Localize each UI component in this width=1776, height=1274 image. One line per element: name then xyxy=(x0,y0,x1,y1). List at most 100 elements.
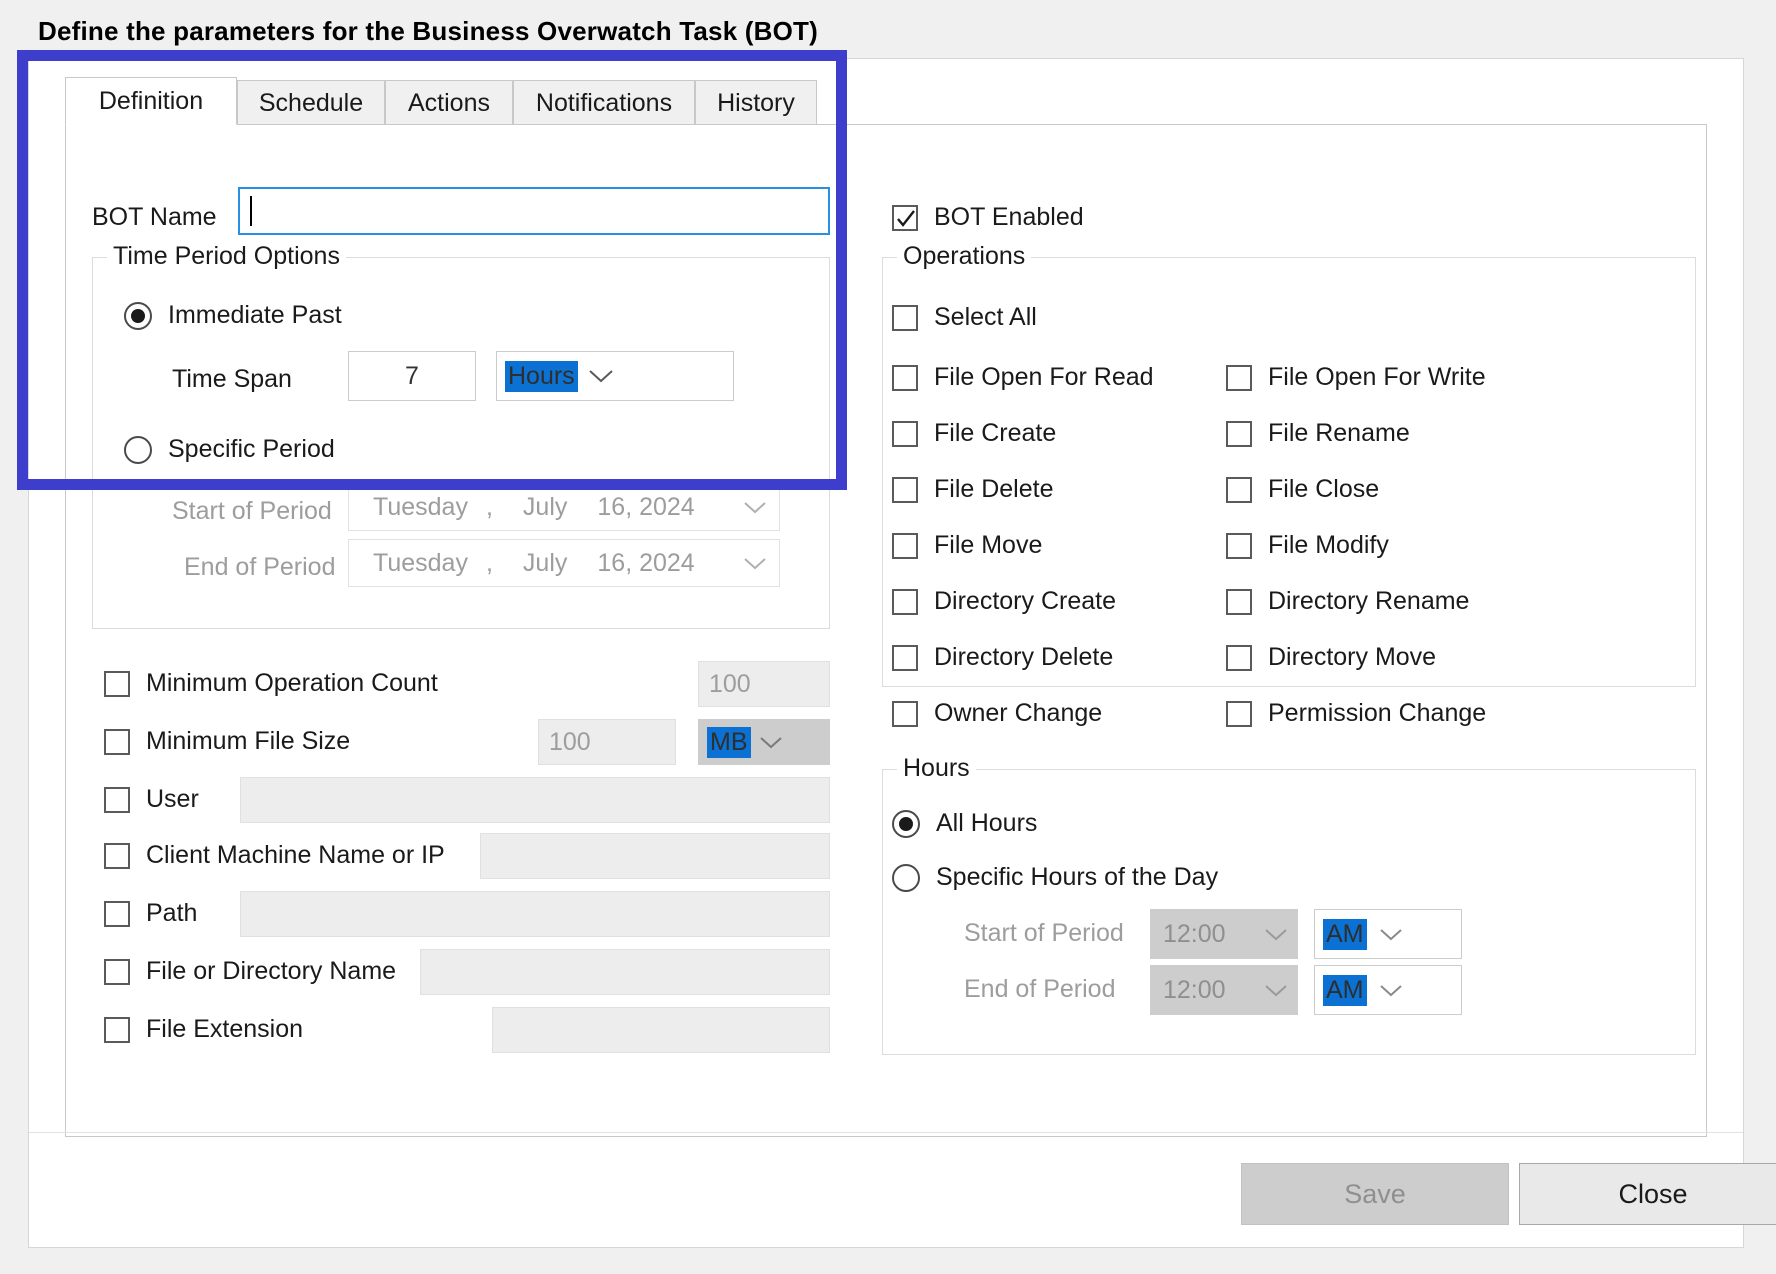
checkbox-owner-change-box xyxy=(892,700,918,727)
hours-end-meridiem-combo[interactable]: AM xyxy=(1314,965,1462,1015)
checkbox-directory-move[interactable]: Directory Move xyxy=(1226,643,1436,672)
tab-schedule[interactable]: Schedule xyxy=(237,80,385,125)
save-button-label: Save xyxy=(1344,1178,1406,1209)
checkbox-minimum-file-size[interactable]: Minimum File Size xyxy=(104,727,350,756)
radio-immediate-past[interactable]: Immediate Past xyxy=(124,301,342,330)
radio-all-hours[interactable]: All Hours xyxy=(892,809,1037,838)
hours-end-of-period-label: End of Period xyxy=(964,975,1116,1003)
end-of-period-comma: , xyxy=(485,548,493,577)
time-span-unit-combo[interactable]: Hours xyxy=(496,351,734,401)
radio-specific-period-ring xyxy=(124,435,152,464)
checkbox-minimum-operation-count-label: Minimum Operation Count xyxy=(146,669,438,697)
checkbox-file-rename[interactable]: File Rename xyxy=(1226,419,1410,448)
hours-end-time-value: 12:00 xyxy=(1163,975,1226,1004)
checkbox-user[interactable]: User xyxy=(104,785,199,814)
checkbox-file-move-label: File Move xyxy=(934,531,1043,559)
checkbox-file-or-directory-name[interactable]: File or Directory Name xyxy=(104,957,396,986)
checkbox-file-modify-label: File Modify xyxy=(1268,531,1389,559)
checkbox-permission-change[interactable]: Permission Change xyxy=(1226,699,1486,728)
hours-start-meridiem-combo[interactable]: AM xyxy=(1314,909,1462,959)
checkbox-select-all-label: Select All xyxy=(934,303,1037,331)
tab-schedule-label: Schedule xyxy=(258,88,364,117)
chevron-down-icon xyxy=(1367,927,1415,942)
checkbox-client-machine-name-or-ip[interactable]: Client Machine Name or IP xyxy=(104,841,445,870)
checkbox-minimum-operation-count[interactable]: Minimum Operation Count xyxy=(104,669,438,698)
minimum-operation-count-value: 100 xyxy=(709,669,751,698)
checkbox-permission-change-label: Permission Change xyxy=(1268,699,1487,727)
checkbox-owner-change[interactable]: Owner Change xyxy=(892,699,1102,728)
time-span-input[interactable]: 7 xyxy=(348,351,476,401)
checkbox-file-move-box xyxy=(892,532,918,559)
checkbox-path[interactable]: Path xyxy=(104,899,197,928)
hours-start-time-combo[interactable]: 12:00 xyxy=(1150,909,1298,959)
checkbox-bot-enabled[interactable]: BOT Enabled xyxy=(892,203,1084,232)
checkbox-file-move[interactable]: File Move xyxy=(892,531,1042,560)
checkbox-file-open-for-write[interactable]: File Open For Write xyxy=(1226,363,1486,392)
path-input[interactable] xyxy=(240,891,830,937)
checkbox-directory-delete[interactable]: Directory Delete xyxy=(892,643,1113,672)
checkbox-file-delete-label: File Delete xyxy=(934,475,1054,503)
radio-specific-period[interactable]: Specific Period xyxy=(124,435,335,464)
save-button[interactable]: Save xyxy=(1241,1163,1509,1225)
chevron-down-icon xyxy=(1255,983,1297,998)
checkbox-user-box xyxy=(104,786,130,813)
user-input[interactable] xyxy=(240,777,830,823)
tab-notifications[interactable]: Notifications xyxy=(513,80,695,125)
checkbox-file-delete[interactable]: File Delete xyxy=(892,475,1054,504)
hours-title: Hours xyxy=(897,754,976,783)
tab-actions[interactable]: Actions xyxy=(385,80,513,125)
bot-parameters-dialog: Definition Schedule Actions Notification… xyxy=(28,58,1776,1248)
hours-start-of-period-label: Start of Period xyxy=(964,919,1124,947)
start-of-period-weekday: Tuesday xyxy=(373,492,468,521)
chevron-down-icon xyxy=(1255,927,1297,942)
checkbox-file-create-box xyxy=(892,420,918,447)
start-of-period-comma: , xyxy=(485,492,493,521)
checkbox-file-open-for-read[interactable]: File Open For Read xyxy=(892,363,1154,392)
checkbox-file-create-label: File Create xyxy=(934,419,1057,447)
file-extension-input[interactable] xyxy=(492,1007,830,1053)
radio-immediate-past-ring xyxy=(124,301,152,330)
start-of-period-datepicker[interactable]: Tuesday , July 16, 2024 xyxy=(348,483,780,531)
tab-definition[interactable]: Definition xyxy=(65,77,237,125)
minimum-operation-count-input[interactable]: 100 xyxy=(698,661,830,707)
end-of-period-datepicker[interactable]: Tuesday , July 16, 2024 xyxy=(348,539,780,587)
checkbox-file-rename-box xyxy=(1226,420,1252,447)
hours-end-meridiem-value: AM xyxy=(1323,974,1367,1006)
checkbox-file-extension[interactable]: File Extension xyxy=(104,1015,303,1044)
checkbox-minimum-file-size-box xyxy=(104,728,130,755)
close-button[interactable]: Close xyxy=(1519,1163,1776,1225)
radio-specific-hours-of-the-day[interactable]: Specific Hours of the Day xyxy=(892,863,1218,892)
tab-history[interactable]: History xyxy=(695,80,817,125)
checkbox-file-close[interactable]: File Close xyxy=(1226,475,1379,504)
checkbox-owner-change-label: Owner Change xyxy=(934,699,1103,727)
checkbox-directory-create-box xyxy=(892,588,918,615)
hours-end-time-combo[interactable]: 12:00 xyxy=(1150,965,1298,1015)
checkbox-client-machine-name-or-ip-label: Client Machine Name or IP xyxy=(146,841,445,869)
tab-actions-label: Actions xyxy=(408,88,490,117)
checkbox-bot-enabled-box xyxy=(892,204,918,231)
checkbox-permission-change-box xyxy=(1226,700,1252,727)
minimum-file-size-input[interactable]: 100 xyxy=(538,719,676,765)
radio-specific-period-label: Specific Period xyxy=(168,435,335,463)
minimum-file-size-unit-combo[interactable]: MB xyxy=(698,719,830,765)
radio-specific-hours-ring xyxy=(892,863,920,892)
radio-immediate-past-label: Immediate Past xyxy=(168,301,342,329)
tab-history-label: History xyxy=(717,88,795,117)
page-title: Define the parameters for the Business O… xyxy=(38,16,818,46)
checkbox-minimum-file-size-label: Minimum File Size xyxy=(146,727,351,755)
checkbox-file-create[interactable]: File Create xyxy=(892,419,1056,448)
checkbox-file-modify[interactable]: File Modify xyxy=(1226,531,1389,560)
bot-name-input[interactable] xyxy=(238,187,830,235)
radio-specific-hours-label: Specific Hours of the Day xyxy=(936,863,1219,891)
time-span-value: 7 xyxy=(405,361,419,390)
checkbox-directory-rename[interactable]: Directory Rename xyxy=(1226,587,1469,616)
checkbox-file-open-for-write-label: File Open For Write xyxy=(1268,363,1486,391)
checkbox-bot-enabled-label: BOT Enabled xyxy=(934,203,1084,231)
checkbox-directory-create[interactable]: Directory Create xyxy=(892,587,1116,616)
checkbox-select-all[interactable]: Select All xyxy=(892,303,1037,332)
client-machine-name-or-ip-input[interactable] xyxy=(480,833,830,879)
end-of-period-month: July xyxy=(522,548,568,577)
time-span-unit-value: Hours xyxy=(505,360,578,392)
file-or-directory-name-input[interactable] xyxy=(420,949,830,995)
start-of-period-day-year: 16, 2024 xyxy=(597,492,695,521)
